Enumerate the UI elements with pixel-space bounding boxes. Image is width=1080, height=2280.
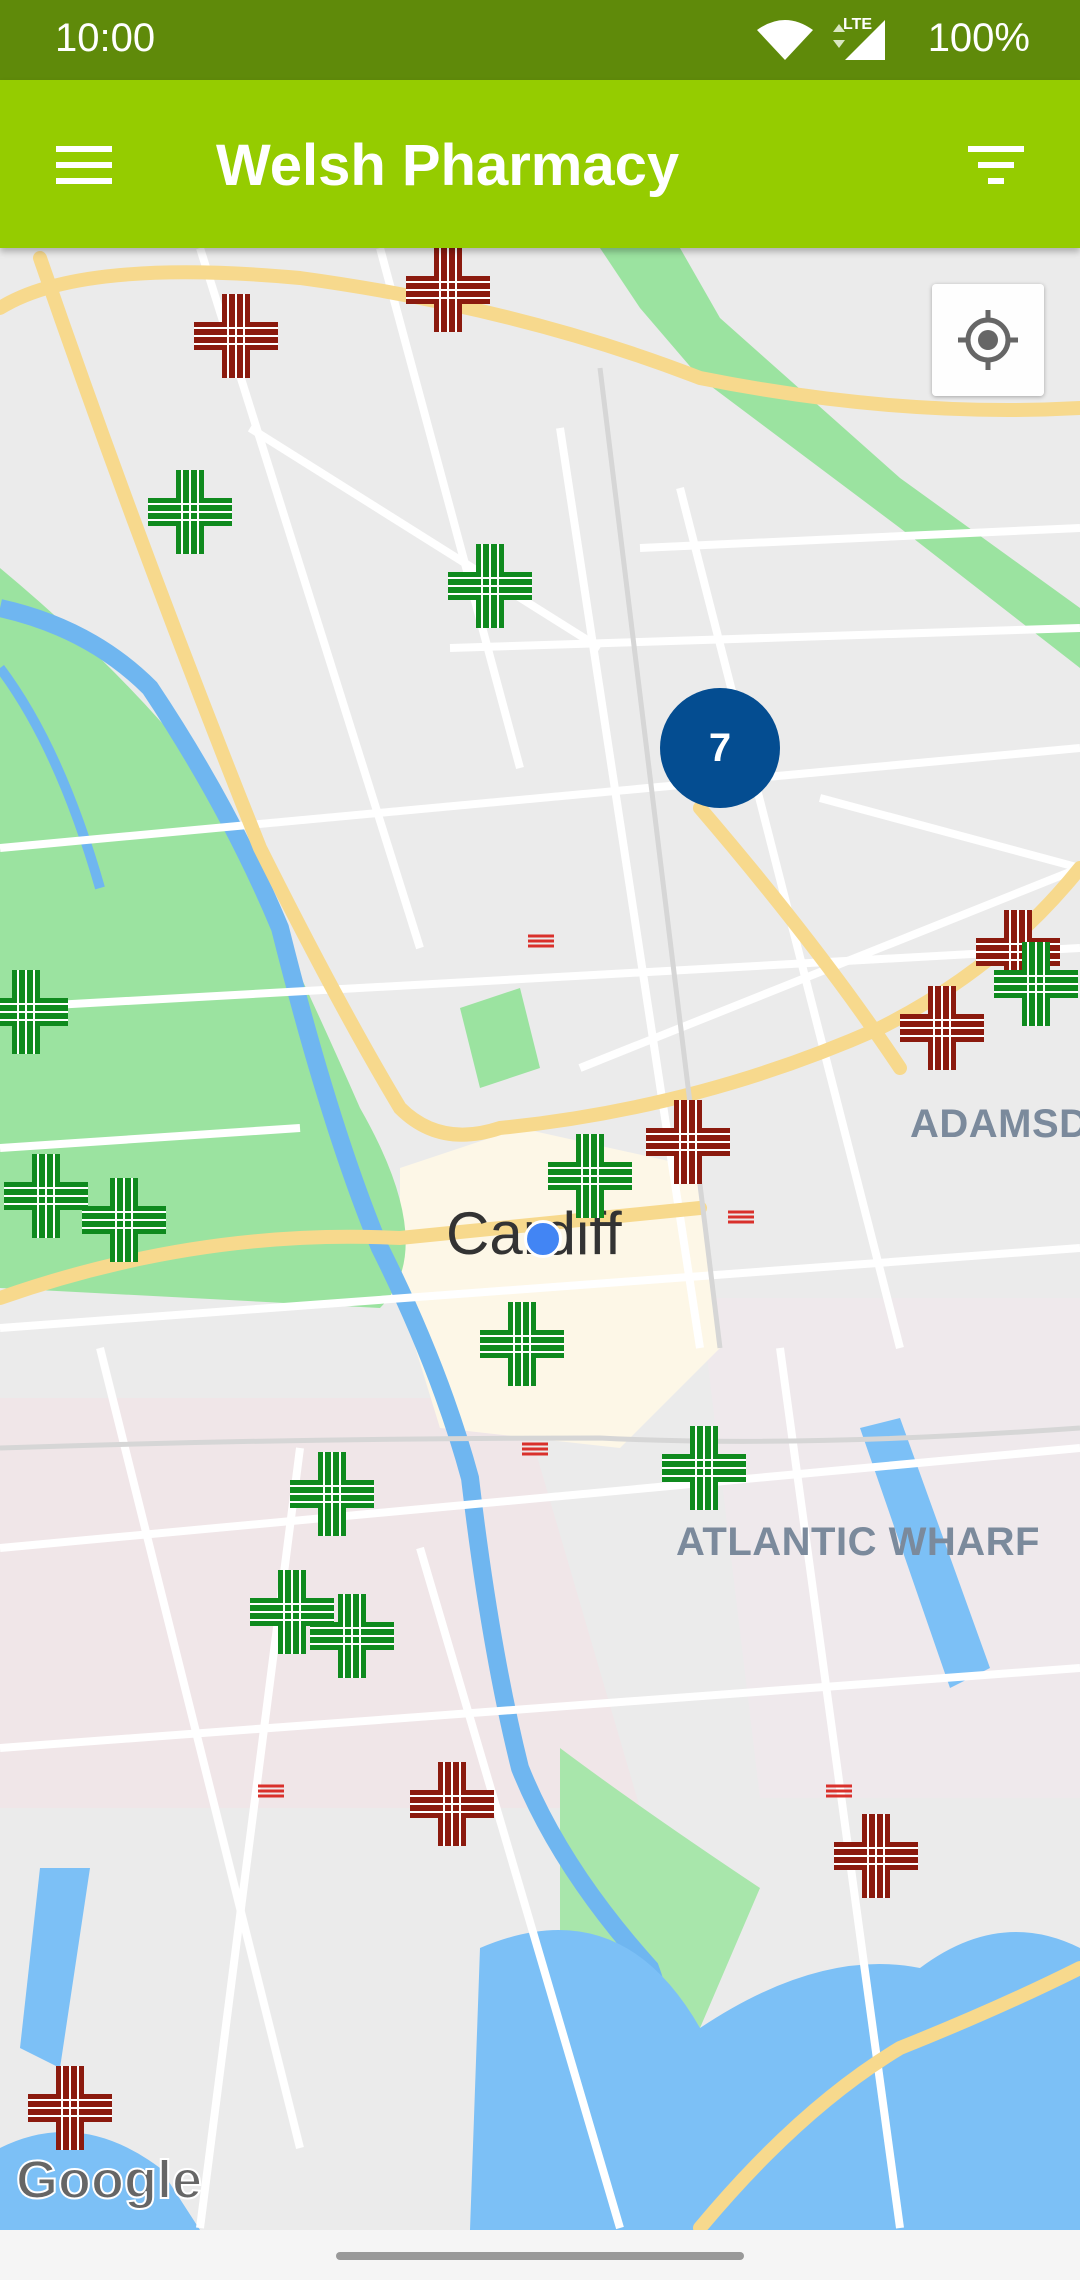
signal-icon [833, 20, 885, 60]
rail-station-icon [528, 934, 554, 948]
filter-icon [968, 146, 1024, 184]
status-bar: 10:00 LTE 100% [0, 0, 1080, 80]
pharmacy-marker-open[interactable] [4, 1154, 88, 1238]
map-view[interactable]: ADAMSDO ATLANTIC WHARF Cardiff 7 Google [0, 248, 1080, 2230]
cluster-marker[interactable]: 7 [660, 688, 780, 808]
pharmacy-cross-icon [548, 1134, 632, 1218]
gesture-handle[interactable] [336, 2252, 744, 2260]
pharmacy-marker-open[interactable] [0, 970, 68, 1054]
google-attribution: Google [15, 2149, 203, 2211]
pharmacy-marker-closed[interactable] [834, 1814, 918, 1898]
pharmacy-cross-icon [310, 1594, 394, 1678]
rail-station-icon [522, 1442, 548, 1456]
app-title: Welsh Pharmacy [216, 133, 680, 198]
pharmacy-marker-open[interactable] [148, 470, 232, 554]
pharmacy-marker-open[interactable] [662, 1426, 746, 1510]
pharmacy-cross-icon [480, 1302, 564, 1386]
pharmacy-marker-open[interactable] [290, 1452, 374, 1536]
pharmacy-cross-icon [646, 1100, 730, 1184]
pharmacy-marker-closed[interactable] [900, 986, 984, 1070]
pharmacy-cross-icon [82, 1178, 166, 1262]
pharmacy-marker-open[interactable] [994, 942, 1078, 1026]
pharmacy-cross-icon [900, 986, 984, 1070]
pharmacy-marker-closed[interactable] [194, 294, 278, 378]
status-battery: 100% [927, 16, 1030, 60]
wifi-icon [757, 20, 813, 60]
pharmacy-marker-closed[interactable] [28, 2066, 112, 2150]
my-location-icon [958, 310, 1018, 370]
pharmacy-cross-icon [834, 1814, 918, 1898]
pharmacy-marker-open[interactable] [548, 1134, 632, 1218]
pharmacy-marker-open[interactable] [82, 1178, 166, 1262]
status-time: 10:00 [55, 16, 156, 60]
hamburger-menu-icon [56, 146, 112, 184]
rail-station-icon [728, 1210, 754, 1224]
pharmacy-marker-open[interactable] [310, 1594, 394, 1678]
pharmacy-cross-icon [194, 294, 278, 378]
rail-station-icon [826, 1784, 852, 1798]
pharmacy-marker-open[interactable] [448, 544, 532, 628]
rail-station-icon [258, 1784, 284, 1798]
pharmacy-cross-icon [662, 1426, 746, 1510]
pharmacy-cross-icon [406, 248, 490, 332]
pharmacy-marker-open[interactable] [480, 1302, 564, 1386]
pharmacy-cross-icon [994, 942, 1078, 1026]
pharmacy-cross-icon [448, 544, 532, 628]
pharmacy-cross-icon [4, 1154, 88, 1238]
pharmacy-cross-icon [410, 1762, 494, 1846]
pharmacy-cross-icon [28, 2066, 112, 2150]
menu-button[interactable] [40, 122, 126, 208]
my-location-button[interactable] [932, 284, 1044, 396]
filter-button[interactable] [954, 122, 1040, 208]
pharmacy-marker-closed[interactable] [410, 1762, 494, 1846]
pharmacy-cross-icon [148, 470, 232, 554]
pharmacy-marker-closed[interactable] [406, 248, 490, 332]
area-label-adamsdown: ADAMSDO [910, 1102, 1080, 1146]
pharmacy-marker-closed[interactable] [646, 1100, 730, 1184]
system-nav-bar [0, 2230, 1080, 2280]
pharmacy-cross-icon [0, 970, 68, 1054]
area-label-atlantic-wharf: ATLANTIC WHARF [676, 1520, 1040, 1564]
app-bar: Welsh Pharmacy [0, 80, 1080, 248]
pharmacy-cross-icon [290, 1452, 374, 1536]
user-location-dot [524, 1220, 562, 1258]
